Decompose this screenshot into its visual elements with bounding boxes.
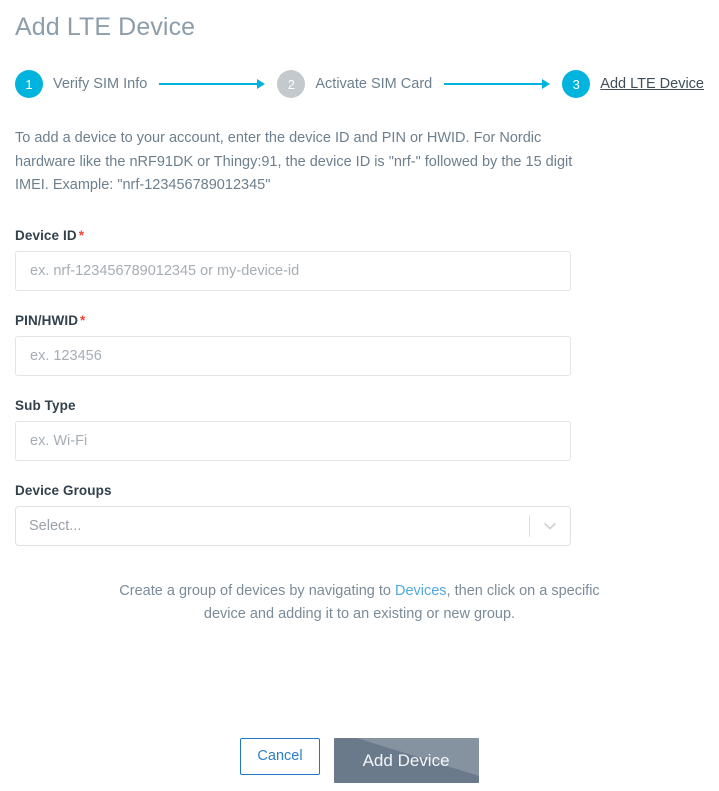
stepper-step-3[interactable]: 3 Add LTE Device	[562, 70, 704, 98]
add-device-form: Device ID* PIN/HWID* Sub Type Device Gro…	[15, 228, 704, 546]
field-device-id: Device ID *	[15, 228, 704, 291]
arrow-right-icon	[542, 79, 551, 89]
step-2-number-badge: 2	[277, 70, 306, 98]
device-groups-label: Device Groups	[15, 482, 112, 498]
sub-type-input[interactable]	[15, 420, 571, 461]
device-id-label: Device ID *	[15, 228, 704, 243]
pin-hwid-label: PIN/HWID *	[15, 313, 704, 328]
helper-note-before: Create a group of devices by navigating …	[119, 582, 395, 599]
intro-paragraph: To add a device to your account, enter t…	[15, 130, 573, 193]
arrow-right-icon	[257, 79, 266, 89]
stepper-connector-1-2	[159, 78, 266, 90]
stepper-step-2[interactable]: 2 Activate SIM Card	[277, 70, 432, 98]
required-asterisk: *	[78, 227, 85, 243]
device-id-input[interactable]	[15, 250, 571, 291]
cancel-button[interactable]: Cancel	[240, 738, 320, 775]
pin-hwid-label-text: PIN/HWID	[15, 312, 79, 328]
step-2-label[interactable]: Activate SIM Card	[315, 76, 432, 92]
sub-type-label: Sub Type	[15, 397, 76, 413]
connector-line	[444, 83, 544, 85]
device-id-label-text: Device ID	[15, 227, 77, 243]
field-sub-type: Sub Type	[15, 398, 704, 461]
step-1-label[interactable]: Verify SIM Info	[53, 76, 147, 92]
device-groups-helper-note: Create a group of devices by navigating …	[110, 580, 610, 626]
add-lte-device-page: Add LTE Device 1 Verify SIM Info 2 Activ…	[0, 0, 719, 791]
step-1-number-badge: 1	[15, 70, 43, 98]
connector-line	[159, 83, 259, 85]
page-title: Add LTE Device	[15, 13, 196, 41]
devices-link[interactable]: Devices	[395, 583, 447, 599]
step-3-label[interactable]: Add LTE Device	[600, 76, 704, 92]
form-actions: Cancel Add Device	[0, 738, 719, 783]
field-pin-hwid: PIN/HWID *	[15, 313, 704, 376]
device-groups-selected-value: Select...	[29, 517, 82, 534]
add-device-button[interactable]: Add Device	[333, 738, 479, 783]
add-device-button-label: Add Device	[362, 750, 450, 770]
chevron-down-icon[interactable]	[530, 517, 570, 535]
required-asterisk: *	[80, 312, 86, 328]
pin-hwid-input[interactable]	[15, 335, 571, 376]
field-device-groups: Device Groups Select...	[15, 483, 704, 546]
step-3-number-badge: 3	[562, 70, 591, 98]
stepper-step-1[interactable]: 1 Verify SIM Info	[15, 70, 147, 98]
stepper-connector-2-3	[444, 78, 551, 90]
device-groups-select[interactable]: Select...	[15, 505, 571, 546]
stepper: 1 Verify SIM Info 2 Activate SIM Card 3 …	[15, 68, 704, 100]
